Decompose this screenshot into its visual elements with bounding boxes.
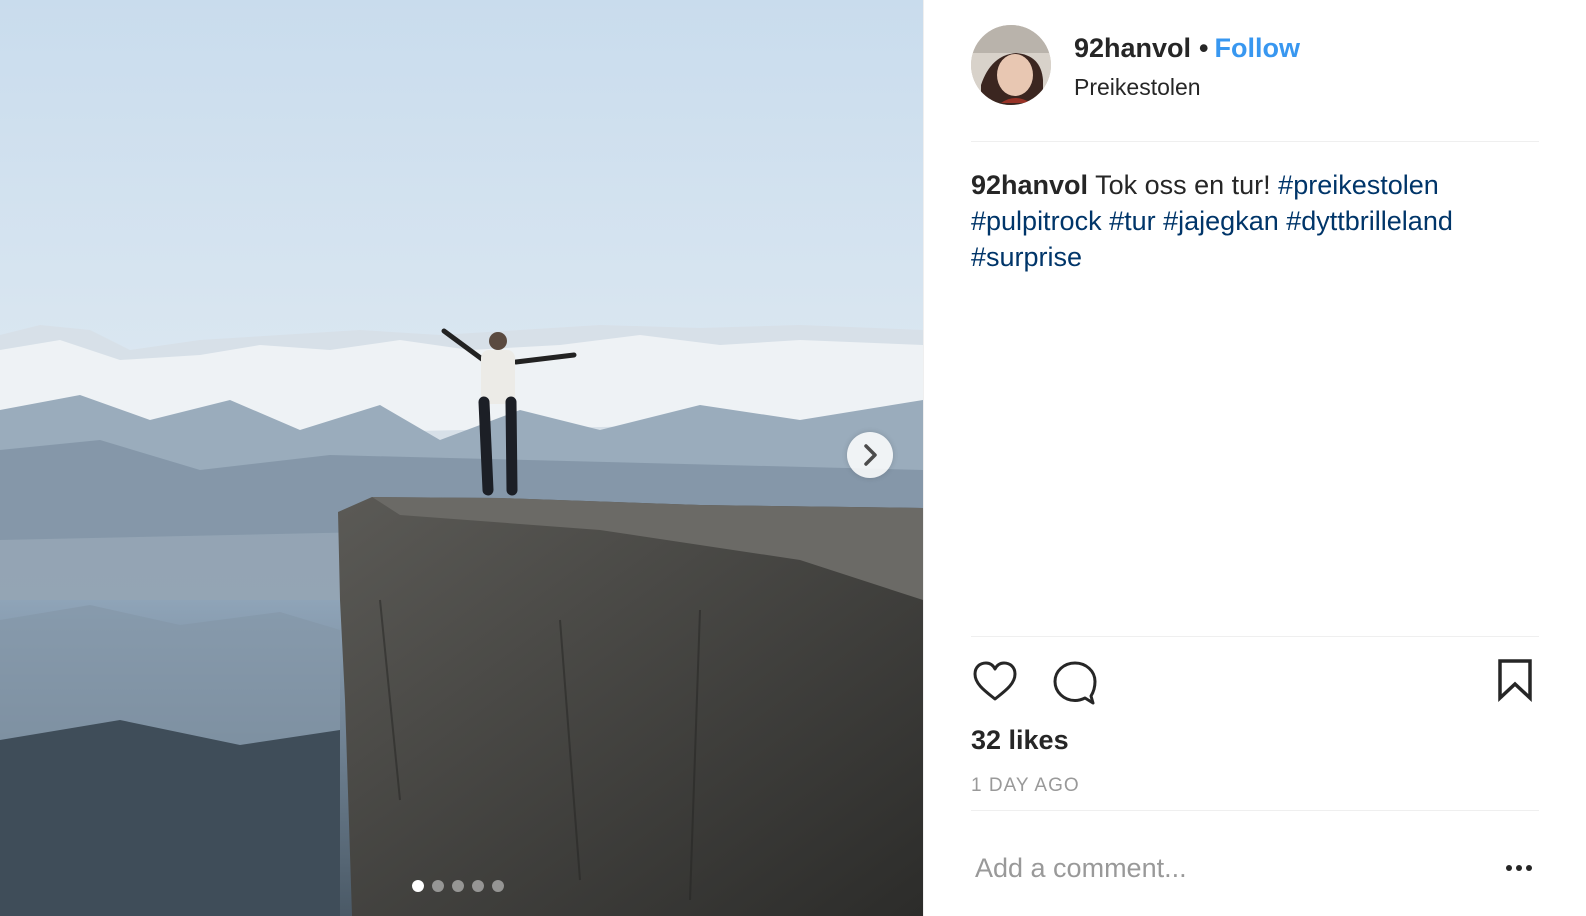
comment-input[interactable] bbox=[971, 846, 1449, 890]
follow-button[interactable]: Follow bbox=[1215, 33, 1300, 63]
location-link[interactable]: Preikestolen bbox=[1074, 72, 1201, 102]
speech-bubble-icon[interactable] bbox=[1051, 658, 1099, 706]
post-photo[interactable] bbox=[0, 0, 923, 916]
hashtag-link[interactable]: #tur bbox=[1109, 206, 1156, 236]
hashtag-link[interactable]: #dyttbrilleland bbox=[1286, 206, 1453, 236]
carousel-dot bbox=[492, 880, 504, 892]
carousel-dot bbox=[432, 880, 444, 892]
actions-divider bbox=[971, 636, 1539, 637]
carousel-dot bbox=[412, 880, 424, 892]
caption-username[interactable]: 92hanvol bbox=[971, 170, 1088, 200]
header-separator: • bbox=[1199, 33, 1209, 63]
header-divider bbox=[971, 141, 1539, 142]
hashtag-link[interactable]: #pulpitrock bbox=[971, 206, 1102, 236]
post-header: 92hanvol • Follow bbox=[1074, 30, 1300, 66]
hashtag-link[interactable]: #jajegkan bbox=[1163, 206, 1279, 236]
carousel-dot bbox=[472, 880, 484, 892]
more-options-icon[interactable] bbox=[1504, 856, 1534, 880]
username-link[interactable]: 92hanvol bbox=[1074, 33, 1191, 63]
heart-icon[interactable] bbox=[971, 658, 1019, 706]
bookmark-icon[interactable] bbox=[1497, 658, 1533, 702]
avatar[interactable] bbox=[971, 25, 1051, 105]
profile-photo bbox=[971, 25, 1051, 105]
post-details-panel: 92hanvol • Follow Preikestolen 92hanvol To… bbox=[924, 0, 1586, 916]
post-actions bbox=[971, 658, 1539, 708]
carousel-dot bbox=[452, 880, 464, 892]
comment-divider bbox=[971, 810, 1539, 811]
post-caption: 92hanvol Tok oss en tur! #preikestolen #… bbox=[971, 167, 1539, 275]
likes-count[interactable]: 32 likes bbox=[971, 722, 1069, 758]
hashtag-link[interactable]: #preikestolen bbox=[1278, 170, 1439, 200]
post-timestamp[interactable]: 1 DAY AGO bbox=[971, 774, 1080, 798]
caption-text: Tok oss en tur! bbox=[1095, 170, 1271, 200]
photo-scene bbox=[0, 0, 923, 916]
hashtag-link[interactable]: #surprise bbox=[971, 242, 1082, 272]
chevron-right-icon bbox=[864, 444, 877, 466]
carousel-indicators bbox=[412, 880, 504, 892]
carousel-next-button[interactable] bbox=[847, 432, 893, 478]
